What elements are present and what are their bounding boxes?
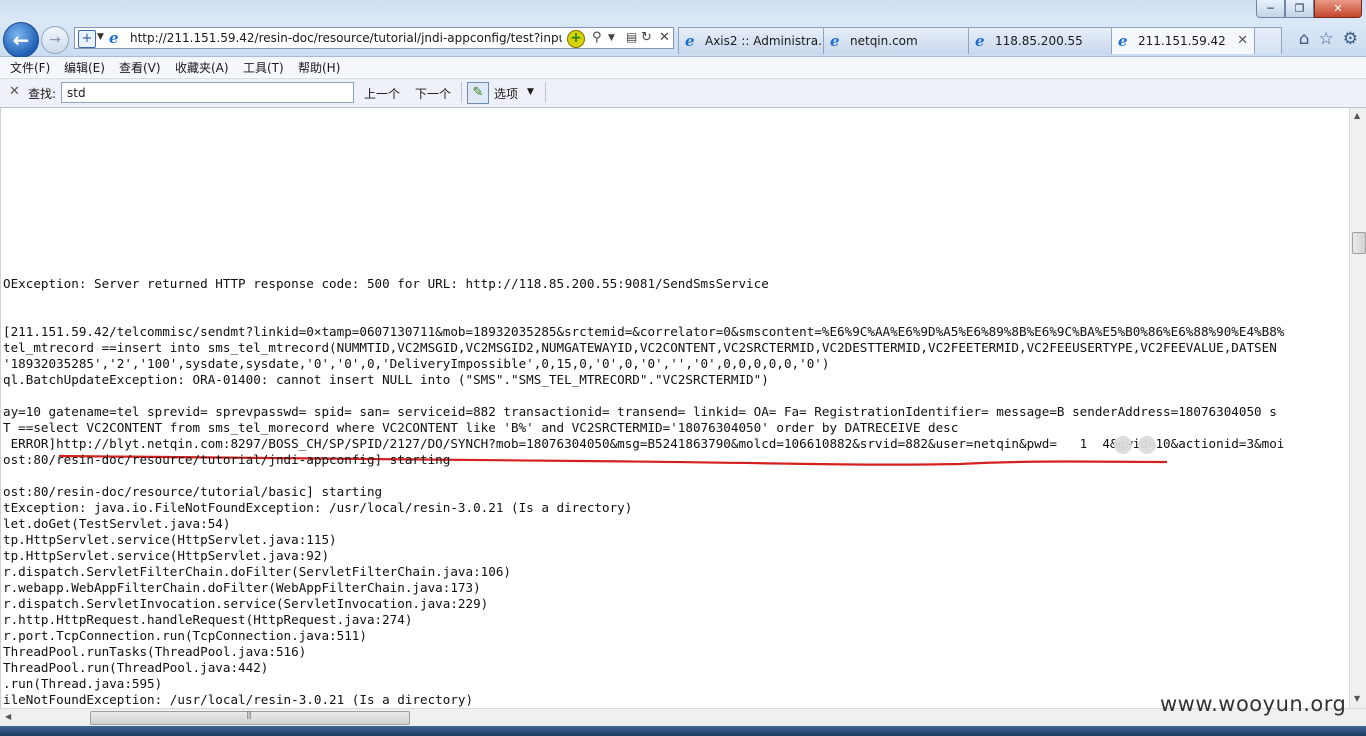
compat-icon[interactable]: ▤ — [626, 30, 637, 44]
browser-chrome: ─ ❐ ✕ ← → + ▼ e http://211.151.59.42/res… — [0, 0, 1366, 58]
close-find-icon[interactable]: ✕ — [9, 84, 20, 99]
divider — [545, 82, 546, 103]
toolbar-icons: ⌂ ☆ ⚙ — [1299, 29, 1358, 49]
close-window-button[interactable]: ✕ — [1314, 0, 1362, 18]
scroll-up-icon[interactable]: ▲ — [1354, 111, 1360, 120]
tab-label: Axis2 :: Administra... — [705, 34, 830, 48]
find-options-button[interactable]: 选项 — [494, 85, 518, 102]
new-tab-button[interactable] — [1254, 27, 1282, 54]
tab-label: 118.85.200.55 — [995, 34, 1083, 48]
ie-tab-icon: e — [1118, 32, 1128, 50]
log-line: .run(Thread.java:595) — [3, 676, 163, 691]
menu-file[interactable]: 文件(F) — [10, 59, 50, 76]
log-line: r.webapp.WebAppFilterChain.doFilter(WebA… — [3, 580, 481, 595]
log-line: ost:80/resin-doc/resource/tutorial/basic… — [3, 484, 383, 499]
address-bar[interactable]: + ▼ e http://211.151.59.42/resin-doc/res… — [74, 27, 674, 49]
vertical-scrollbar[interactable]: ▲ ▼ — [1349, 108, 1366, 708]
log-line: ThreadPool.runTasks(ThreadPool.java:516) — [3, 644, 307, 659]
log-line: let.doGet(TestServlet.java:54) — [3, 516, 231, 531]
tab-label: 211.151.59.42 — [1138, 34, 1226, 48]
arrow-right-icon: → — [49, 32, 61, 48]
window-controls: ─ ❐ ✕ — [1256, 0, 1362, 18]
tab-netqin[interactable]: e netqin.com — [823, 27, 969, 54]
log-line: tException: java.io.FileNotFoundExceptio… — [3, 500, 633, 515]
maximize-button[interactable]: ❐ — [1285, 0, 1314, 18]
forward-button[interactable]: → — [41, 26, 69, 54]
minimize-button[interactable]: ─ — [1256, 0, 1285, 18]
vertical-scroll-thumb[interactable] — [1352, 232, 1366, 254]
ie-tab-icon: e — [830, 32, 840, 50]
log-line: ileNotFoundException: /usr/local/resin-3… — [3, 692, 474, 707]
log-line: '18932035285','2','100',sysdate,sysdate,… — [3, 356, 830, 371]
redaction-blur — [1138, 436, 1156, 454]
close-tab-icon[interactable]: ✕ — [1237, 33, 1248, 48]
ie-tab-icon: e — [685, 32, 695, 50]
menu-favorites[interactable]: 收藏夹(A) — [175, 59, 229, 76]
log-line: ql.BatchUpdateException: ORA-01400: cann… — [3, 372, 769, 387]
taskbar — [0, 726, 1366, 736]
tab-axis2[interactable]: e Axis2 :: Administra... — [678, 27, 830, 54]
arrow-left-icon: ← — [12, 28, 30, 52]
watermark: www.wooyun.org — [1160, 692, 1347, 716]
log-line: tp.HttpServlet.service(HttpServlet.java:… — [3, 532, 337, 547]
menu-bar: 文件(F) 编辑(E) 查看(V) 收藏夹(A) 工具(T) 帮助(H) — [0, 57, 1366, 77]
ie-page-icon: e — [109, 29, 119, 47]
log-line: r.port.TcpConnection.run(TcpConnection.j… — [3, 628, 367, 643]
find-input[interactable] — [61, 82, 354, 103]
scroll-down-icon[interactable]: ▼ — [1354, 694, 1360, 703]
log-line-highlighted: ERROR]http://blyt.netqin.com:8297/BOSS_C… — [3, 436, 1285, 451]
menu-view[interactable]: 查看(V) — [119, 59, 161, 76]
search-icon[interactable]: ⚲ — [592, 30, 602, 45]
log-line: T ==select VC2CONTENT from sms_tel_morec… — [3, 420, 959, 435]
log-line: r.dispatch.ServletInvocation.service(Ser… — [3, 596, 489, 611]
tab-211[interactable]: e 211.151.59.42 ✕ — [1111, 27, 1255, 54]
refresh-icon[interactable]: ↻ — [641, 30, 652, 45]
tab-118[interactable]: e 118.85.200.55 — [968, 27, 1112, 54]
log-line: tel_mtrecord ==insert into sms_tel_mtrec… — [3, 340, 1277, 355]
log-line: r.dispatch.ServletFilterChain.doFilter(S… — [3, 564, 511, 579]
favorites-star-icon[interactable]: ☆ — [1319, 29, 1334, 49]
find-label: 查找: — [28, 87, 57, 101]
ie-tab-icon: e — [975, 32, 985, 50]
back-button[interactable]: ← — [3, 22, 39, 58]
menu-tools[interactable]: 工具(T) — [243, 59, 284, 76]
log-line: [211.151.59.42/telcommisc/sendmt?linkid=… — [3, 324, 1285, 339]
scroll-left-icon[interactable]: ◀ — [5, 712, 11, 721]
highlight-pencil-icon[interactable]: ✎ — [467, 82, 489, 104]
addon-icon[interactable]: + — [567, 30, 585, 48]
menu-edit[interactable]: 编辑(E) — [64, 59, 105, 76]
compatibility-view-icon[interactable]: + — [78, 30, 96, 48]
menu-help[interactable]: 帮助(H) — [298, 59, 340, 76]
log-line: tp.HttpServlet.service(HttpServlet.java:… — [3, 548, 330, 563]
stop-icon[interactable]: ✕ — [659, 30, 670, 45]
address-url[interactable]: http://211.151.59.42/resin-doc/resource/… — [130, 31, 562, 45]
log-line: r.http.HttpRequest.handleRequest(HttpReq… — [3, 612, 413, 627]
home-icon[interactable]: ⌂ — [1299, 29, 1310, 49]
chevron-down-icon[interactable]: ▼ — [527, 87, 534, 97]
gear-icon[interactable]: ⚙ — [1343, 29, 1358, 49]
divider — [461, 82, 462, 103]
search-dropdown-icon[interactable]: ▼ — [608, 33, 615, 43]
scroll-grip-icon: ||| — [246, 710, 252, 719]
find-next-button[interactable]: 下一个 — [415, 85, 451, 102]
redaction-blur — [1114, 436, 1132, 454]
log-line: ay=10 gatename=tel sprevid= sprevpasswd=… — [3, 404, 1277, 419]
log-line: OException: Server returned HTTP respons… — [3, 276, 769, 291]
log-line: ost:80/resin-doc/resource/tutorial/jndi-… — [3, 452, 451, 467]
page-content: OException: Server returned HTTP respons… — [0, 108, 1350, 708]
tab-label: netqin.com — [850, 34, 918, 48]
log-line: ThreadPool.run(ThreadPool.java:442) — [3, 660, 269, 675]
find-bar: ✕ 查找: 上一个 下一个 ✎ 选项 ▼ — [0, 78, 1366, 108]
chevron-down-icon[interactable]: ▼ — [97, 32, 104, 42]
find-previous-button[interactable]: 上一个 — [364, 85, 400, 102]
